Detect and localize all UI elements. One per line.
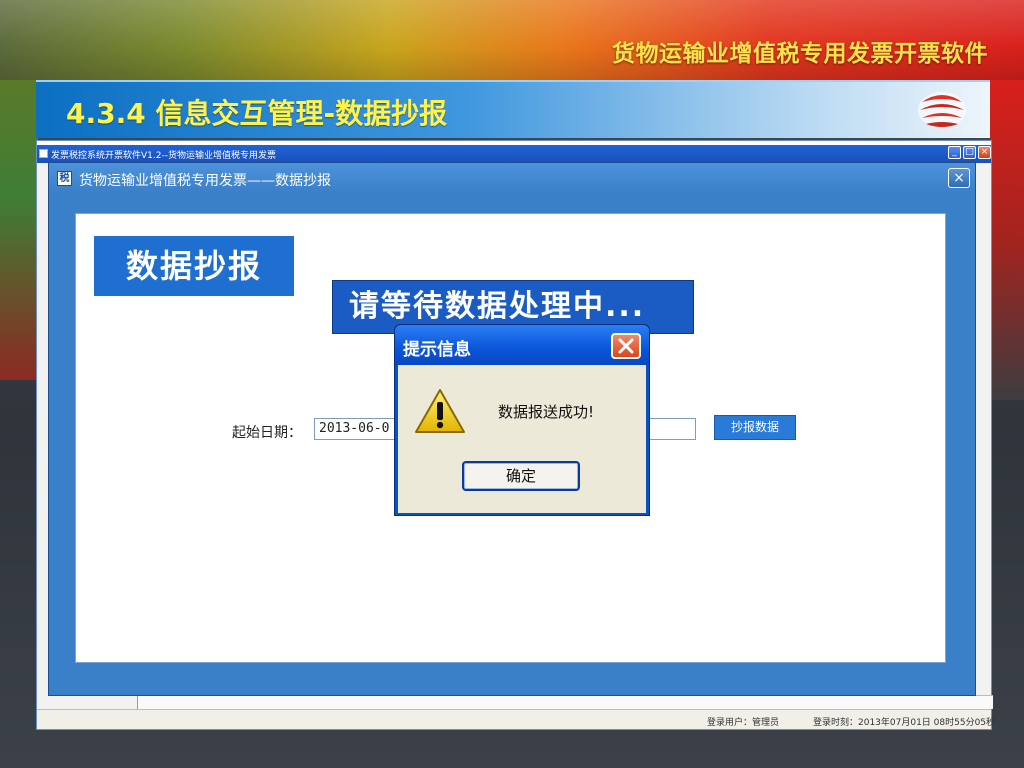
status-bar: 登录用户：管理员 登录时刻：2013年07月01日 08时55分05秒: [37, 709, 995, 729]
dialog-title-bar: 税 货物运输业增值税专用发票——数据抄报 ×: [49, 163, 975, 193]
close-button[interactable]: ×: [978, 146, 991, 159]
message-body: 数据报送成功! 确定: [398, 365, 646, 513]
message-text: 数据报送成功!: [498, 403, 595, 421]
maximize-button[interactable]: □: [963, 146, 976, 159]
app-bottom-strip: [137, 695, 993, 709]
slide-title: 4.3.4 信息交互管理-数据抄报: [66, 97, 448, 130]
app-title: 发票税控系统开票软件V1.2--货物运输业增值税专用发票: [51, 151, 276, 161]
tax-icon: 税: [57, 171, 72, 186]
start-date-field[interactable]: 2013-06-0: [314, 418, 400, 440]
right-decoration: [990, 80, 1024, 400]
left-decoration: [0, 80, 38, 380]
warning-icon: [415, 389, 465, 433]
start-date-label: 起始日期：: [232, 425, 302, 441]
section-heading: 数据抄报: [94, 236, 294, 296]
window-controls: _ □ ×: [948, 146, 991, 159]
app-icon: [39, 149, 48, 158]
close-icon: [618, 338, 634, 354]
message-title: 提示信息: [403, 340, 471, 360]
end-date-field[interactable]: [646, 418, 696, 440]
dialog-close-button[interactable]: ×: [948, 168, 970, 188]
message-close-button[interactable]: [611, 333, 641, 359]
status-user: 登录用户：管理员: [707, 718, 780, 728]
copy-data-button[interactable]: 抄报数据: [714, 415, 796, 440]
app-title-bar: 发票税控系统开票软件V1.2--货物运输业增值税专用发票 _ □ ×: [37, 145, 991, 163]
minimize-button[interactable]: _: [948, 146, 961, 159]
message-title-bar: 提示信息: [395, 325, 649, 365]
message-box: 提示信息 数据报送成功! 确定: [394, 324, 650, 516]
dialog-title: 货物运输业增值税专用发票——数据抄报: [79, 173, 331, 189]
slide-title-bar: 4.3.4 信息交互管理-数据抄报: [36, 80, 990, 138]
logo-icon: [918, 92, 966, 128]
ok-button[interactable]: 确定: [462, 461, 580, 491]
status-time: 登录时刻：2013年07月01日 08时55分05秒: [813, 718, 996, 728]
slide-header: 货物运输业增值税专用发票开票软件: [612, 41, 988, 67]
